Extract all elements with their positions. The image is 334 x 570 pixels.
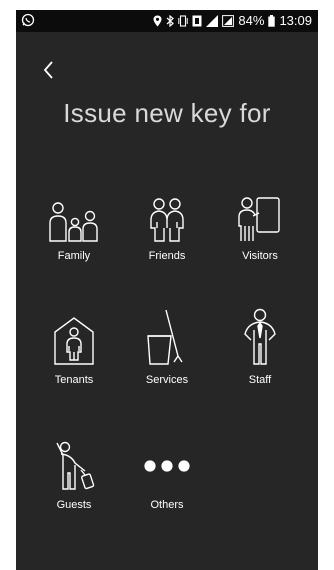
option-guests[interactable]: Guests	[31, 441, 117, 511]
battery-icon	[268, 15, 276, 27]
option-staff[interactable]: Staff	[217, 308, 303, 386]
signal-icon	[206, 15, 219, 27]
guests-icon	[56, 441, 95, 490]
whatsapp-icon	[21, 13, 35, 27]
option-label-tenants: Tenants	[54, 374, 94, 386]
option-label-family: Family	[57, 250, 91, 262]
signal-icon-2	[222, 15, 235, 27]
back-button[interactable]	[40, 58, 60, 82]
battery-percentage: 84%	[238, 13, 265, 28]
chevron-left-icon	[43, 61, 53, 79]
page-title: Issue new key for	[63, 98, 271, 128]
family-icon	[49, 202, 98, 242]
visitors-icon	[238, 197, 280, 241]
tenants-icon	[54, 317, 94, 365]
option-label-guests: Guests	[56, 499, 92, 511]
option-label-services: Services	[145, 374, 189, 386]
friends-icon	[150, 198, 184, 242]
status-bar: 84% 13:09	[16, 10, 318, 32]
bluetooth-icon	[166, 15, 175, 27]
vibrate-icon	[178, 15, 189, 27]
more-dots-icon	[144, 460, 190, 472]
option-services[interactable]: Services	[124, 309, 210, 386]
option-friends[interactable]: Friends	[124, 192, 210, 262]
option-tenants[interactable]: Tenants	[31, 316, 117, 386]
option-family[interactable]: Family	[31, 192, 117, 262]
option-label-visitors: Visitors	[242, 250, 278, 262]
option-others[interactable]: Others	[124, 441, 210, 511]
location-icon	[153, 15, 162, 27]
option-label-friends: Friends	[148, 250, 186, 262]
option-visitors[interactable]: Visitors	[217, 192, 303, 262]
clock-time: 13:09	[279, 13, 312, 28]
data-saver-icon	[192, 15, 202, 27]
option-label-staff: Staff	[248, 374, 272, 386]
app-screen: 84% 13:09 Issue new key for Family Frien…	[16, 10, 318, 570]
staff-icon	[244, 308, 276, 365]
services-icon	[147, 309, 183, 365]
option-label-others: Others	[150, 499, 184, 511]
